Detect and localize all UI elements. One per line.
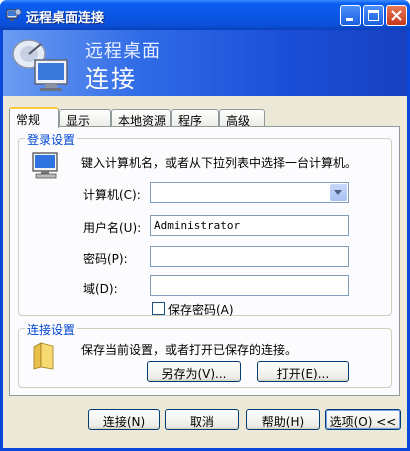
username-value: Administrator <box>154 219 241 232</box>
minimize-button[interactable] <box>340 5 361 26</box>
tab-local-resources[interactable]: 本地资源 <box>111 109 171 128</box>
connection-description: 保存当前设置，或者打开已保存的连接。 <box>81 343 298 357</box>
tab-advanced[interactable]: 高级 <box>219 109 265 128</box>
computer-combobox[interactable] <box>150 182 349 203</box>
cancel-button[interactable]: 取消 <box>165 409 239 430</box>
maximize-icon <box>368 10 379 21</box>
tab-general[interactable]: 常规 <box>9 107 59 128</box>
login-settings-legend: 登录设置 <box>25 131 78 148</box>
tab-display[interactable]: 显示 <box>59 109 111 128</box>
username-field[interactable]: Administrator <box>150 215 349 236</box>
general-tab-panel: 登录设置 键入计算机名，或者从下拉列表中选择一台计算机。 计算机(C): 用户名… <box>9 126 400 396</box>
banner-title-line2: 连接 <box>85 65 137 93</box>
tab-programs[interactable]: 程序 <box>171 109 219 128</box>
close-icon <box>391 10 402 21</box>
connection-settings-group: 连接设置 保存当前设置，或者打开已保存的连接。 另存为(V)... 打开(E).… <box>18 321 392 388</box>
open-button[interactable]: 打开(E)... <box>257 361 349 382</box>
password-label: 密码(P): <box>83 252 128 266</box>
save-password-checkbox[interactable] <box>152 302 165 315</box>
options-button[interactable]: 选项(O) << <box>325 409 401 430</box>
rdp-window: 远程桌面连接 远程桌面 连接 常规 显示 本地资源 程序 高级 登录设置 键入计… <box>0 0 410 451</box>
login-settings-group: 登录设置 键入计算机名，或者从下拉列表中选择一台计算机。 计算机(C): 用户名… <box>18 131 392 318</box>
remote-desktop-icon <box>6 8 22 21</box>
window-title: 远程桌面连接 <box>26 11 105 26</box>
computer-icon <box>32 152 58 179</box>
dialog-client-area: 远程桌面 连接 常规 显示 本地资源 程序 高级 登录设置 键入计算机名，或者从… <box>3 30 407 448</box>
save-password-label[interactable]: 保存密码(A) <box>168 301 234 318</box>
chevron-down-icon[interactable] <box>330 184 347 201</box>
satellite-monitor-icon <box>12 39 68 91</box>
domain-field[interactable] <box>150 275 349 296</box>
login-description: 键入计算机名，或者从下拉列表中选择一台计算机。 <box>81 156 358 170</box>
minimize-icon <box>346 18 353 21</box>
title-bar[interactable]: 远程桌面连接 <box>0 0 410 30</box>
connect-button[interactable]: 连接(N) <box>88 409 160 430</box>
folder-icon <box>33 342 54 370</box>
username-label: 用户名(U): <box>83 221 142 235</box>
maximize-button[interactable] <box>363 5 384 26</box>
help-button[interactable]: 帮助(H) <box>246 409 320 430</box>
computer-label: 计算机(C): <box>83 188 141 202</box>
save-as-button[interactable]: 另存为(V)... <box>147 361 241 382</box>
close-button[interactable] <box>386 5 407 26</box>
password-field[interactable] <box>150 246 349 267</box>
banner: 远程桌面 连接 <box>3 30 407 96</box>
domain-label: 域(D): <box>83 282 118 296</box>
connection-settings-legend: 连接设置 <box>25 321 78 338</box>
